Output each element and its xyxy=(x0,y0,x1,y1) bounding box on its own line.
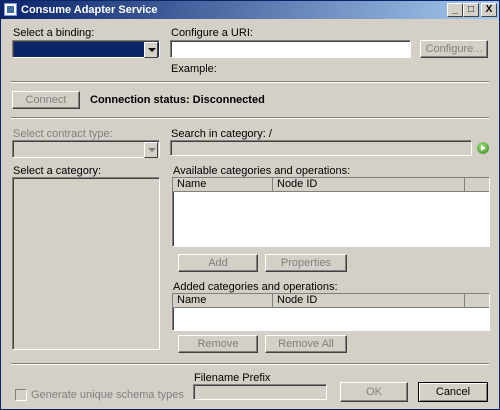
title-bar[interactable]: Consume Adapter Service _ □ X xyxy=(1,1,499,19)
chevron-down-icon[interactable] xyxy=(144,42,158,58)
category-tree[interactable] xyxy=(12,177,160,350)
contract-type-select[interactable] xyxy=(12,140,160,158)
remove-button[interactable]: Remove xyxy=(178,335,258,353)
example-label: Example: xyxy=(171,63,217,75)
configure-button[interactable]: Configure... xyxy=(420,40,488,58)
maximize-button[interactable]: □ xyxy=(463,3,479,17)
column-header-filler xyxy=(465,178,489,192)
separator xyxy=(11,117,489,119)
column-header-filler xyxy=(465,294,489,308)
connect-button[interactable]: Connect xyxy=(12,91,80,109)
filename-prefix-label: Filename Prefix xyxy=(194,372,271,384)
remove-all-button[interactable]: Remove All xyxy=(265,335,347,353)
unique-schema-label: Generate unique schema types xyxy=(31,389,184,401)
close-button[interactable]: X xyxy=(481,3,497,17)
available-list[interactable]: Name Node ID xyxy=(172,177,490,247)
uri-input[interactable] xyxy=(170,40,411,58)
binding-select[interactable] xyxy=(12,40,160,58)
consume-adapter-service-dialog: Consume Adapter Service _ □ X Select a b… xyxy=(0,0,500,410)
go-arrow-icon[interactable] xyxy=(477,142,489,154)
app-icon xyxy=(4,3,17,16)
contract-type-label: Select contract type: xyxy=(13,128,113,140)
window-title: Consume Adapter Service xyxy=(21,4,158,16)
uri-label: Configure a URI: xyxy=(171,27,253,39)
properties-button[interactable]: Properties xyxy=(265,254,347,272)
add-button[interactable]: Add xyxy=(178,254,258,272)
connection-status: Connection status: Disconnected xyxy=(90,94,265,106)
filename-prefix-input[interactable] xyxy=(193,384,327,400)
unique-schema-checkbox[interactable] xyxy=(15,389,27,401)
minimize-button[interactable]: _ xyxy=(447,3,463,17)
column-header-node-id[interactable]: Node ID xyxy=(273,178,465,192)
chevron-down-icon[interactable] xyxy=(144,142,158,158)
available-label: Available categories and operations: xyxy=(173,165,351,177)
added-label: Added categories and operations: xyxy=(173,281,338,293)
column-header-name[interactable]: Name xyxy=(173,178,273,192)
ok-button[interactable]: OK xyxy=(340,382,408,402)
cancel-button[interactable]: Cancel xyxy=(418,382,488,402)
column-header-node-id[interactable]: Node ID xyxy=(273,294,465,308)
separator xyxy=(11,81,489,83)
separator xyxy=(11,363,489,365)
column-header-name[interactable]: Name xyxy=(173,294,273,308)
binding-label: Select a binding: xyxy=(13,27,95,39)
category-label: Select a category: xyxy=(13,165,102,177)
added-list[interactable]: Name Node ID xyxy=(172,293,490,331)
search-label: Search in category: / xyxy=(171,128,272,140)
search-input[interactable] xyxy=(170,140,472,156)
